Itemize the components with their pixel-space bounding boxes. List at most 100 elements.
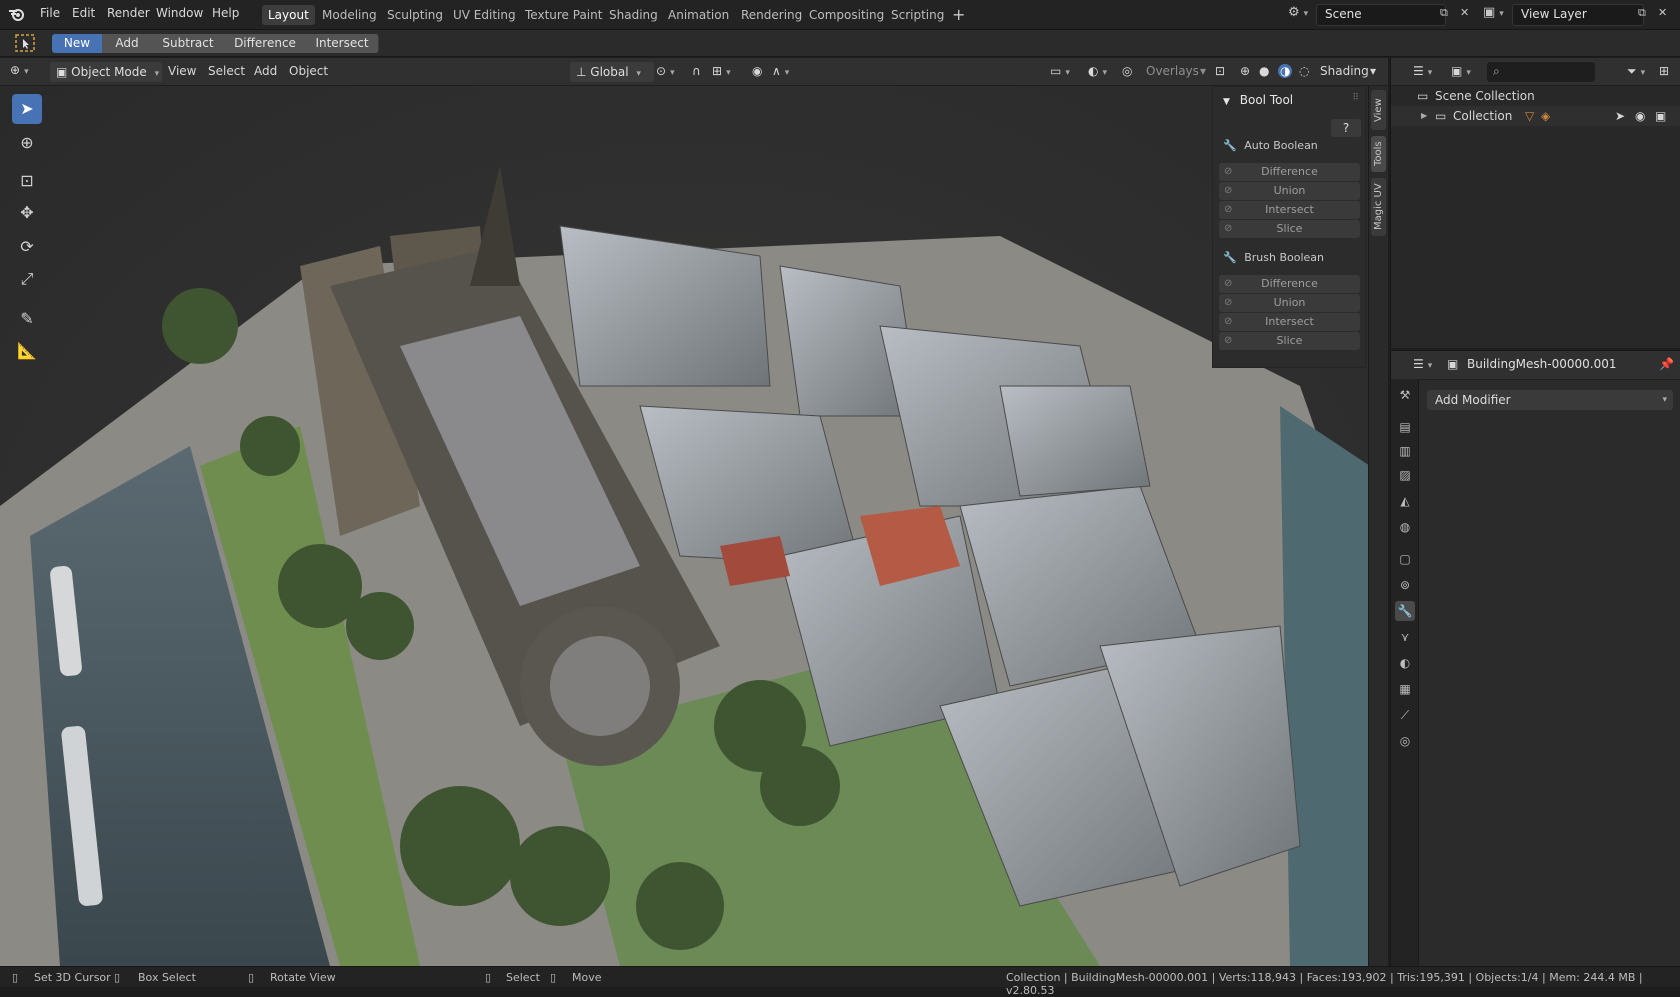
add-workspace-icon[interactable]: + <box>952 5 965 24</box>
menu-render[interactable]: Render <box>107 6 150 20</box>
annotate-tool[interactable]: ✎ <box>12 304 42 334</box>
blender-logo-icon[interactable] <box>8 6 26 26</box>
view-layer-selector-icon[interactable]: ▣ ▾ <box>1483 5 1504 20</box>
output-tab[interactable]: ▥ <box>1395 441 1415 461</box>
bool-difference-button[interactable]: Difference <box>224 34 307 53</box>
scene-tab[interactable]: ◭ <box>1395 491 1415 511</box>
auto-slice-button[interactable]: ⊘ Slice <box>1219 220 1360 238</box>
auto-intersect-button[interactable]: ⊘ Intersect <box>1219 201 1360 219</box>
viewport-menu-add[interactable]: Add <box>254 64 277 78</box>
overlays-label[interactable]: Overlays <box>1146 64 1199 78</box>
visibility-icon[interactable]: ◐ ▾ <box>1088 64 1107 78</box>
material-shading-icon[interactable]: ◑ <box>1278 64 1293 78</box>
bool-new-button[interactable]: New <box>52 34 103 53</box>
display-mode-icon[interactable]: ▣ ▾ <box>1451 64 1471 78</box>
wireframe-shading-icon[interactable]: ⊕ <box>1240 64 1250 78</box>
eye-icon[interactable]: ◉ <box>1635 106 1645 126</box>
viewport-menu-view[interactable]: View <box>168 64 196 78</box>
particles-tab[interactable]: ⋎ <box>1395 627 1415 647</box>
new-scene-icon[interactable]: ⧉ <box>1440 6 1448 20</box>
constraints-tab[interactable]: ⊚ <box>1395 575 1415 595</box>
cursor-tool[interactable]: ⊕ <box>12 128 42 158</box>
measure-tool[interactable]: 📐 <box>12 336 42 366</box>
scene-selector-icon[interactable]: ⚙ ▾ <box>1288 5 1308 20</box>
tab-uv-editing[interactable]: UV Editing <box>447 5 522 25</box>
new-view-layer-icon[interactable]: ⧉ <box>1638 6 1646 20</box>
view-layer-field[interactable]: View Layer <box>1512 4 1644 26</box>
new-collection-icon[interactable]: ⊞ <box>1659 64 1669 78</box>
drag-handle-icon[interactable]: ⠿ <box>1352 93 1359 103</box>
mesh-filter-icon[interactable]: ▽ <box>1525 106 1534 126</box>
view-object-types-icon[interactable]: ▭ ▾ <box>1050 64 1070 78</box>
viewport-menu-object[interactable]: Object <box>289 64 328 78</box>
outliner-search-input[interactable]: ⌕ <box>1487 62 1595 82</box>
shading-chevron-icon[interactable]: ▾ <box>1370 64 1376 78</box>
snap-target-icon[interactable]: ⊞ ▾ <box>712 64 731 78</box>
rotate-tool[interactable]: ⟳ <box>12 232 42 262</box>
tab-tools[interactable]: Tools <box>1371 136 1386 172</box>
overlays-icon[interactable]: ◎ <box>1122 64 1132 78</box>
menu-edit[interactable]: Edit <box>72 6 95 20</box>
bool-add-button[interactable]: Add <box>102 34 153 53</box>
tool-properties-tab[interactable]: ⚒ <box>1395 385 1415 405</box>
brush-union-button[interactable]: ⊘ Union <box>1219 294 1360 312</box>
data-tab[interactable]: ⟋ <box>1395 705 1415 725</box>
tab-modeling[interactable]: Modeling <box>316 5 383 25</box>
solid-shading-icon[interactable]: ● <box>1259 64 1269 78</box>
pin-icon[interactable]: 📌 <box>1659 357 1674 371</box>
rendered-shading-icon[interactable]: ◌ <box>1299 64 1309 78</box>
delete-view-layer-icon[interactable]: ✕ <box>1658 6 1667 19</box>
object-mode-dropdown[interactable]: ▣ Object Mode ▾ <box>50 62 162 82</box>
tab-rendering[interactable]: Rendering <box>735 5 808 25</box>
transform-orientation-dropdown[interactable]: ⊥ Global ▾ <box>570 62 654 82</box>
object-tab[interactable]: ▢ <box>1395 549 1415 569</box>
select-box-tool-icon[interactable] <box>14 33 36 57</box>
tab-animation[interactable]: Animation <box>662 5 735 25</box>
scale-tool[interactable]: ⤢ <box>12 264 42 294</box>
scene-collection-row[interactable]: ▭ Scene Collection <box>1391 86 1680 106</box>
expand-arrow-icon[interactable]: ▶ <box>1421 106 1427 126</box>
tab-magic-uv[interactable]: Magic UV <box>1371 178 1386 236</box>
xray-icon[interactable]: ⊡ <box>1215 64 1225 78</box>
view-layer-tab[interactable]: ▨ <box>1395 465 1415 485</box>
world-tab[interactable]: ◍ <box>1395 517 1415 537</box>
tab-texture-paint[interactable]: Texture Paint <box>519 5 608 25</box>
modifiers-tab[interactable]: 🔧 <box>1395 601 1415 621</box>
pivot-point-icon[interactable]: ⊙ ▾ <box>656 64 675 78</box>
filter-icon[interactable]: ⏷ ▾ <box>1627 64 1645 79</box>
selectable-toggle-icon[interactable]: ➤ <box>1615 106 1625 126</box>
brush-difference-button[interactable]: ⊘ Difference <box>1219 275 1360 293</box>
falloff-icon[interactable]: ∧ ▾ <box>772 64 789 78</box>
delete-scene-icon[interactable]: ✕ <box>1460 6 1469 19</box>
brush-slice-button[interactable]: ⊘ Slice <box>1219 332 1360 350</box>
move-tool[interactable]: ✥ <box>12 198 42 228</box>
3d-viewport[interactable] <box>0 86 1370 966</box>
tab-scripting[interactable]: Scripting <box>885 5 950 25</box>
viewport-menu-select[interactable]: Select <box>208 64 245 78</box>
bool-subtract-button[interactable]: Subtract <box>152 34 225 53</box>
editor-type-icon[interactable]: ⊕ ▾ <box>10 63 29 77</box>
tab-compositing[interactable]: Compositing <box>803 5 890 25</box>
select-box-tool[interactable]: ➤ <box>12 94 42 124</box>
properties-editor-type-icon[interactable]: ☰ ▾ <box>1413 357 1432 371</box>
physics-tab[interactable]: ◐ <box>1395 653 1415 673</box>
auto-union-button[interactable]: ⊘ Union <box>1219 182 1360 200</box>
texture-tab[interactable]: ▦ <box>1395 679 1415 699</box>
add-modifier-dropdown[interactable]: Add Modifier ▾ <box>1427 390 1673 410</box>
bool-intersect-button[interactable]: Intersect <box>306 34 379 53</box>
bool-tool-header[interactable]: ▼ Bool Tool <box>1223 93 1293 107</box>
render-tab[interactable]: ▤ <box>1395 417 1415 437</box>
proportional-edit-icon[interactable]: ◉ <box>752 64 762 78</box>
help-button[interactable]: ? <box>1331 119 1361 137</box>
auto-difference-button[interactable]: ⊘ Difference <box>1219 163 1360 181</box>
overlays-chevron-icon[interactable]: ▾ <box>1200 64 1206 78</box>
menu-file[interactable]: File <box>40 6 60 20</box>
tab-view[interactable]: View <box>1371 90 1386 130</box>
brush-intersect-button[interactable]: ⊘ Intersect <box>1219 313 1360 331</box>
menu-help[interactable]: Help <box>212 6 239 20</box>
transform-tool[interactable]: ⊡ <box>12 166 42 196</box>
menu-window[interactable]: Window <box>156 6 203 20</box>
shading-menu-label[interactable]: Shading <box>1320 64 1369 78</box>
camera-render-icon[interactable]: ▣ <box>1655 106 1666 126</box>
material-tab[interactable]: ◎ <box>1395 731 1415 751</box>
